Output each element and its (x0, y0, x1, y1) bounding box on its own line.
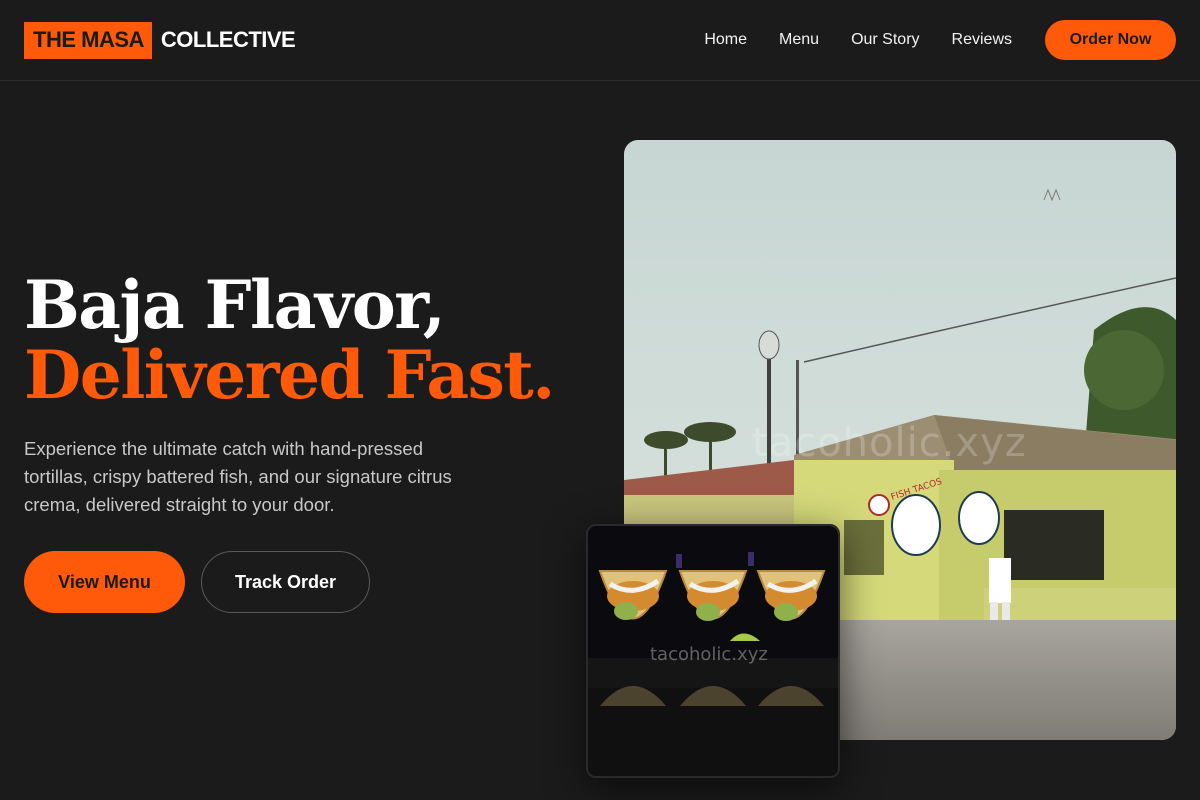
logo-text: COLLECTIVE (160, 27, 296, 52)
hero-title: Baja Flavor, Delivered Fast. (24, 266, 555, 414)
order-now-button[interactable]: Order Now (1045, 20, 1176, 60)
hero-description: Experience the ultimate catch with hand-… (24, 438, 452, 515)
navbar: THE MASA COLLECTIVE Home Menu Our Story … (0, 0, 1200, 81)
tacos-illustration (588, 526, 838, 776)
hero-title-line2: Delivered Fast. (24, 336, 555, 414)
logo-highlight: THE MASA (24, 21, 152, 59)
hero-title-line1: Baja Flavor, (24, 266, 446, 344)
nav-links: Home Menu Our Story Reviews (704, 31, 1012, 49)
view-menu-button[interactable]: View Menu (24, 551, 185, 613)
nav-link-menu[interactable]: Menu (779, 31, 819, 49)
brand-logo[interactable]: THE MASA COLLECTIVE (24, 21, 296, 59)
tacos-photo: tacoholic.xyz (586, 524, 840, 778)
track-order-button[interactable]: Track Order (201, 551, 370, 613)
nav-link-home[interactable]: Home (704, 31, 747, 49)
nav-link-our-story[interactable]: Our Story (851, 31, 919, 49)
nav-link-reviews[interactable]: Reviews (952, 31, 1012, 49)
